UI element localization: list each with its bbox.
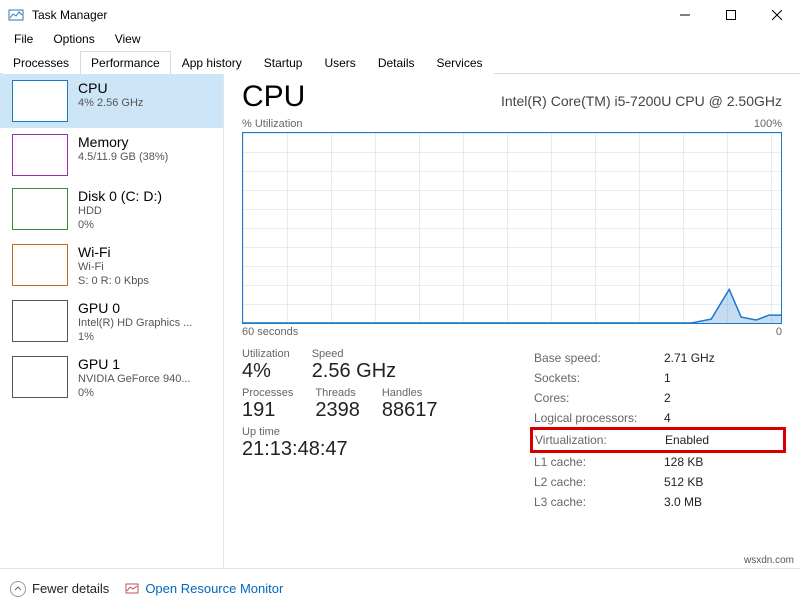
gpu-thumb-icon	[12, 300, 68, 342]
logical-processors-label: Logical processors:	[534, 408, 664, 428]
cpu-model: Intel(R) Core(TM) i5-7200U CPU @ 2.50GHz	[501, 93, 782, 109]
l3-cache-label: L3 cache:	[534, 492, 664, 512]
cpu-thumb-icon	[12, 80, 68, 122]
l3-cache-value: 3.0 MB	[664, 492, 702, 512]
sidebar-item-label: GPU 1	[78, 356, 191, 372]
memory-thumb-icon	[12, 134, 68, 176]
tab-users[interactable]: Users	[313, 51, 366, 74]
sidebar-item-label: CPU	[78, 80, 143, 96]
menu-bar: File Options View	[0, 30, 800, 50]
base-speed-label: Base speed:	[534, 348, 664, 368]
tab-performance[interactable]: Performance	[80, 51, 171, 74]
sidebar-item-sub: 4% 2.56 GHz	[78, 96, 143, 110]
chart-label-botright: 0	[776, 326, 782, 338]
tab-details[interactable]: Details	[367, 51, 426, 74]
speed-value: 2.56 GHz	[312, 360, 396, 383]
sidebar-item-memory[interactable]: Memory 4.5/11.9 GB (38%)	[0, 128, 223, 182]
sidebar-item-sub2: 0%	[78, 218, 162, 232]
virtualization-value: Enabled	[665, 430, 709, 450]
sidebar-item-sub2: 1%	[78, 330, 192, 344]
sidebar: CPU 4% 2.56 GHz Memory 4.5/11.9 GB (38%)…	[0, 74, 224, 568]
gpu-thumb-icon	[12, 356, 68, 398]
menu-options[interactable]: Options	[43, 30, 104, 50]
window-title: Task Manager	[32, 8, 107, 22]
sidebar-item-gpu0[interactable]: GPU 0 Intel(R) HD Graphics ... 1%	[0, 294, 223, 350]
virtualization-label: Virtualization:	[535, 430, 665, 450]
base-speed-value: 2.71 GHz	[664, 348, 715, 368]
title-bar: Task Manager	[0, 0, 800, 30]
sidebar-item-label: Wi-Fi	[78, 244, 149, 260]
processes-label: Processes	[242, 387, 293, 399]
chart-label-botleft: 60 seconds	[242, 326, 298, 338]
logical-processors-value: 4	[664, 408, 671, 428]
sockets-label: Sockets:	[534, 368, 664, 388]
app-icon	[8, 7, 24, 23]
handles-value: 88617	[382, 399, 438, 422]
fewer-details-label: Fewer details	[32, 581, 109, 596]
threads-value: 2398	[315, 399, 360, 422]
util-label: Utilization	[242, 348, 290, 360]
maximize-button[interactable]	[708, 0, 754, 30]
sidebar-item-sub2: 0%	[78, 386, 191, 400]
sidebar-item-label: Disk 0 (C: D:)	[78, 188, 162, 204]
threads-label: Threads	[315, 387, 360, 399]
sidebar-item-sub: Intel(R) HD Graphics ...	[78, 316, 192, 330]
sidebar-item-gpu1[interactable]: GPU 1 NVIDIA GeForce 940... 0%	[0, 350, 223, 406]
fewer-details-button[interactable]: Fewer details	[10, 581, 109, 597]
util-value: 4%	[242, 360, 290, 383]
minimize-button[interactable]	[662, 0, 708, 30]
sidebar-item-sub: 4.5/11.9 GB (38%)	[78, 150, 168, 164]
handles-label: Handles	[382, 387, 438, 399]
close-button[interactable]	[754, 0, 800, 30]
sidebar-item-label: Memory	[78, 134, 168, 150]
l1-cache-label: L1 cache:	[534, 452, 664, 472]
chevron-up-icon	[10, 581, 26, 597]
tab-processes[interactable]: Processes	[2, 51, 80, 74]
footer-bar: Fewer details Open Resource Monitor	[0, 568, 800, 608]
resource-monitor-icon	[125, 582, 139, 596]
chart-label-topleft: % Utilization	[242, 118, 303, 130]
cores-label: Cores:	[534, 388, 664, 408]
sidebar-item-sub: HDD	[78, 204, 162, 218]
cores-value: 2	[664, 388, 671, 408]
tab-startup[interactable]: Startup	[253, 51, 314, 74]
uptime-value: 21:13:48:47	[242, 438, 502, 461]
utilization-chart	[242, 132, 782, 324]
uptime-label: Up time	[242, 426, 502, 438]
sidebar-item-sub2: S: 0 R: 0 Kbps	[78, 274, 149, 288]
speed-label: Speed	[312, 348, 396, 360]
l2-cache-value: 512 KB	[664, 472, 703, 492]
open-resource-monitor-link[interactable]: Open Resource Monitor	[125, 581, 283, 596]
virtualization-highlight: Virtualization:Enabled	[530, 427, 786, 453]
l1-cache-value: 128 KB	[664, 452, 703, 472]
watermark: wsxdn.com	[744, 555, 794, 566]
menu-view[interactable]: View	[105, 30, 151, 50]
page-title: CPU	[242, 80, 305, 114]
main-panel: CPU Intel(R) Core(TM) i5-7200U CPU @ 2.5…	[224, 74, 800, 568]
sidebar-item-sub: Wi-Fi	[78, 260, 149, 274]
sidebar-item-label: GPU 0	[78, 300, 192, 316]
sidebar-item-wifi[interactable]: Wi-Fi Wi-Fi S: 0 R: 0 Kbps	[0, 238, 223, 294]
tab-services[interactable]: Services	[426, 51, 494, 74]
sidebar-item-disk[interactable]: Disk 0 (C: D:) HDD 0%	[0, 182, 223, 238]
tab-bar: Processes Performance App history Startu…	[0, 50, 800, 74]
menu-file[interactable]: File	[4, 30, 43, 50]
tab-app-history[interactable]: App history	[171, 51, 253, 74]
processes-value: 191	[242, 399, 293, 422]
chart-label-topright: 100%	[754, 118, 782, 130]
open-resource-monitor-label: Open Resource Monitor	[145, 581, 283, 596]
l2-cache-label: L2 cache:	[534, 472, 664, 492]
sockets-value: 1	[664, 368, 671, 388]
sidebar-item-sub: NVIDIA GeForce 940...	[78, 372, 191, 386]
wifi-thumb-icon	[12, 244, 68, 286]
sidebar-item-cpu[interactable]: CPU 4% 2.56 GHz	[0, 74, 223, 128]
disk-thumb-icon	[12, 188, 68, 230]
